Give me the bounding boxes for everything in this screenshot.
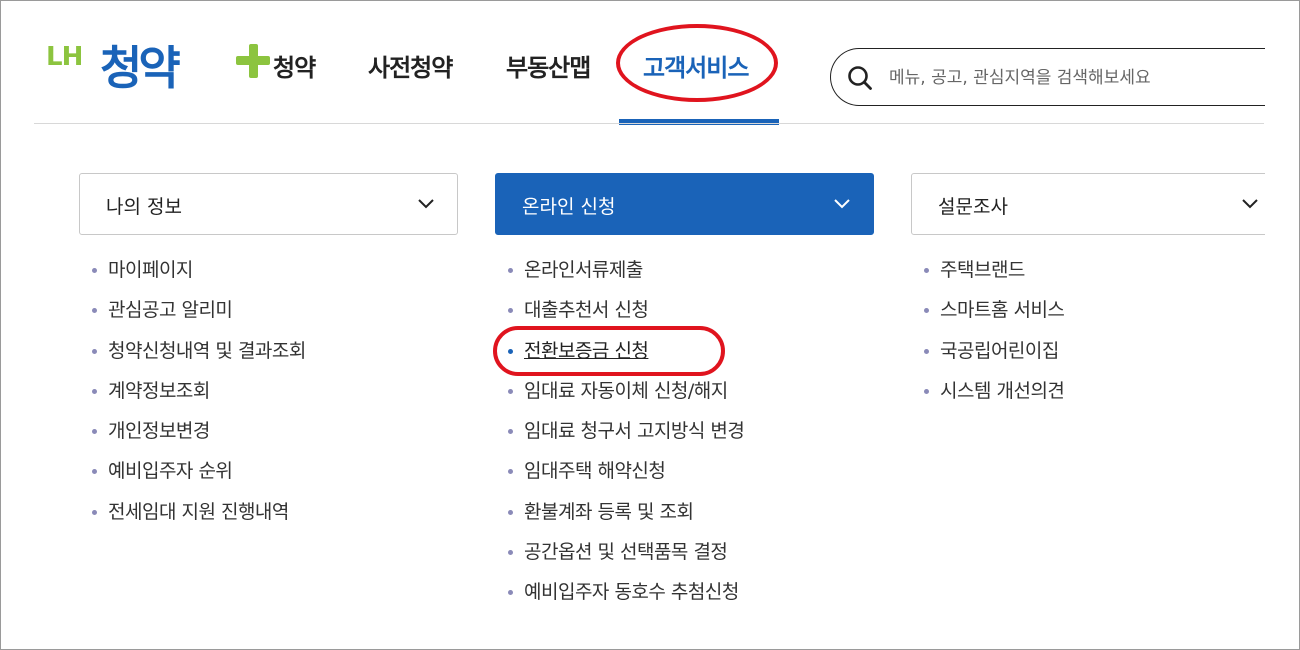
highlight-circle-item xyxy=(493,326,725,376)
menu-list-online-application: 온라인서류제출 대출추천서 신청 전환보증금 신청 임대료 자동이체 신청/해지… xyxy=(496,256,745,619)
chevron-down-icon xyxy=(1242,199,1258,209)
list-item[interactable]: 전세임대 지원 진행내역 xyxy=(80,498,306,538)
dropdown-survey[interactable]: 설문조사 xyxy=(911,173,1290,235)
list-item[interactable]: 국공립어린이집 xyxy=(912,337,1064,377)
chevron-down-icon xyxy=(834,199,850,209)
bullet-icon xyxy=(92,268,97,273)
menu-list-survey: 주택브랜드 스마트홈 서비스 국공립어린이집 시스템 개선의견 xyxy=(912,256,1065,417)
logo-name-text: 청약 xyxy=(100,41,181,95)
dropdown-label: 온라인 신청 xyxy=(522,196,616,218)
nav-item-subscription[interactable]: 청약 xyxy=(273,48,316,83)
bullet-icon xyxy=(508,590,513,596)
bullet-icon xyxy=(924,308,929,314)
chevron-down-icon xyxy=(418,199,434,209)
bullet-icon xyxy=(92,308,97,314)
plus-icon xyxy=(234,42,270,78)
bullet-icon xyxy=(92,429,97,435)
list-item[interactable]: 개인정보변경 xyxy=(80,417,306,457)
bullet-icon xyxy=(924,268,929,273)
bullet-icon xyxy=(508,469,513,475)
active-tab-indicator xyxy=(619,119,779,125)
list-item[interactable]: 마이페이지 xyxy=(80,256,306,296)
bullet-icon xyxy=(92,388,97,394)
list-item[interactable]: 관심공고 알리미 xyxy=(80,296,306,336)
dropdown-my-info[interactable]: 나의 정보 xyxy=(79,173,458,235)
list-item[interactable]: 시스템 개선의견 xyxy=(912,377,1065,417)
bullet-icon xyxy=(92,469,97,475)
bullet-icon xyxy=(508,268,513,273)
list-item[interactable]: 예비입주자 순위 xyxy=(80,457,306,497)
header-divider xyxy=(34,123,1264,124)
list-item[interactable]: 예비입주자 동호수 추첨신청 xyxy=(496,578,744,618)
list-item[interactable]: 환불계좌 등록 및 조회 xyxy=(496,498,744,538)
list-item[interactable]: 청약신청내역 및 결과조회 xyxy=(80,337,306,377)
bullet-icon xyxy=(924,348,929,354)
bullet-icon xyxy=(508,388,513,394)
nav-item-pre-subscription[interactable]: 사전청약 xyxy=(368,48,453,83)
bullet-icon xyxy=(924,388,929,394)
search-box[interactable] xyxy=(830,48,1280,106)
menu-list-my-info: 마이페이지 관심공고 알리미 청약신청내역 및 결과조회 계약정보조회 개인정보… xyxy=(80,256,306,538)
bullet-icon xyxy=(508,509,513,515)
highlight-circle-nav xyxy=(616,24,778,102)
list-item[interactable]: 임대료 자동이체 신청/해지 xyxy=(496,377,744,417)
bullet-icon xyxy=(508,550,513,556)
list-item[interactable]: 임대료 청구서 고지방식 변경 xyxy=(496,417,745,457)
right-edge-clip xyxy=(1265,1,1299,648)
bullet-icon xyxy=(92,509,97,515)
search-icon[interactable] xyxy=(847,65,873,91)
search-input[interactable] xyxy=(887,62,1271,94)
list-item[interactable]: 주택브랜드 xyxy=(912,256,1064,296)
bullet-icon xyxy=(508,308,513,314)
logo-lh-text: LH xyxy=(46,42,83,72)
dropdown-label: 나의 정보 xyxy=(106,196,182,218)
bullet-icon xyxy=(508,429,513,435)
bullet-icon xyxy=(92,348,97,354)
list-item[interactable]: 공간옵션 및 선택품목 결정 xyxy=(496,538,744,578)
list-item[interactable]: 스마트홈 서비스 xyxy=(912,296,1065,336)
list-item[interactable]: 계약정보조회 xyxy=(80,377,306,417)
list-item[interactable]: 임대주택 해약신청 xyxy=(496,457,744,497)
list-item[interactable]: 온라인서류제출 xyxy=(496,256,744,296)
nav-item-real-estate-map[interactable]: 부동산맵 xyxy=(506,48,591,83)
dropdown-label: 설문조사 xyxy=(938,196,1008,218)
dropdown-online-application[interactable]: 온라인 신청 xyxy=(495,173,874,235)
